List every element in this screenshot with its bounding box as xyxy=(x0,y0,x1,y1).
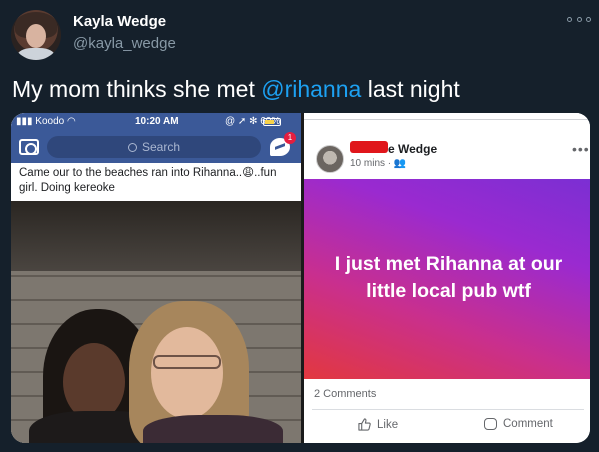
post-timestamp: 10 mins · 👥 xyxy=(350,158,407,169)
poster-name: e Wedge xyxy=(388,142,438,156)
mention-link[interactable]: @rihanna xyxy=(261,76,361,102)
media-image-right[interactable]: e Wedge 10 mins · 👥 ••• I just met Rihan… xyxy=(301,113,590,443)
author-avatar[interactable] xyxy=(11,10,61,60)
selfie-photo xyxy=(11,201,301,443)
like-action: Like xyxy=(358,418,398,431)
comment-label: Comment xyxy=(503,418,553,430)
facebook-search-box: Search xyxy=(47,136,261,158)
tweet-text-after: last night xyxy=(361,76,460,102)
post-caption: Came our to the beaches ran into Rihanna… xyxy=(19,167,277,194)
author-handle[interactable]: @kayla_wedge xyxy=(73,35,176,52)
camera-icon xyxy=(19,139,39,155)
redaction-mark xyxy=(350,141,388,153)
like-label: Like xyxy=(377,418,399,431)
divider xyxy=(312,409,584,410)
phone-status-bar: ▮▮▮ Koodo ◠ 10:20 AM @ ➚ ✻ 60% xyxy=(11,113,301,131)
battery-icon xyxy=(263,118,281,126)
thumbs-up-icon xyxy=(358,418,371,431)
comments-count: 2 Comments xyxy=(314,388,377,400)
more-options-icon[interactable] xyxy=(567,12,591,26)
tweet-text-before: My mom thinks she met xyxy=(12,76,262,102)
background-post-text: I just met Rihanna at our little local p… xyxy=(334,253,563,302)
avatar-face xyxy=(26,24,46,48)
background-post: I just met Rihanna at our little local p… xyxy=(304,179,590,379)
avatar-shirt xyxy=(17,48,55,60)
carrier-label: ▮▮▮ Koodo ◠ xyxy=(16,116,76,127)
comment-icon xyxy=(484,418,497,430)
notification-badge: 1 xyxy=(284,132,296,144)
author-display-name[interactable]: Kayla Wedge xyxy=(73,13,166,30)
status-bar-strip xyxy=(304,113,590,120)
status-time: 10:20 AM xyxy=(135,116,179,127)
media-image-left[interactable]: ▮▮▮ Koodo ◠ 10:20 AM @ ➚ ✻ 60% Search 1 … xyxy=(11,113,301,443)
comment-action: Comment xyxy=(484,418,553,430)
post-more-icon: ••• xyxy=(572,141,590,157)
poster-avatar xyxy=(316,145,344,173)
tweet-media[interactable]: ▮▮▮ Koodo ◠ 10:20 AM @ ➚ ✻ 60% Search 1 … xyxy=(11,113,590,443)
tweet-text: My mom thinks she met @rihanna last nigh… xyxy=(12,76,460,103)
search-icon xyxy=(127,143,137,152)
facebook-nav-bar: Search 1 xyxy=(11,131,301,163)
